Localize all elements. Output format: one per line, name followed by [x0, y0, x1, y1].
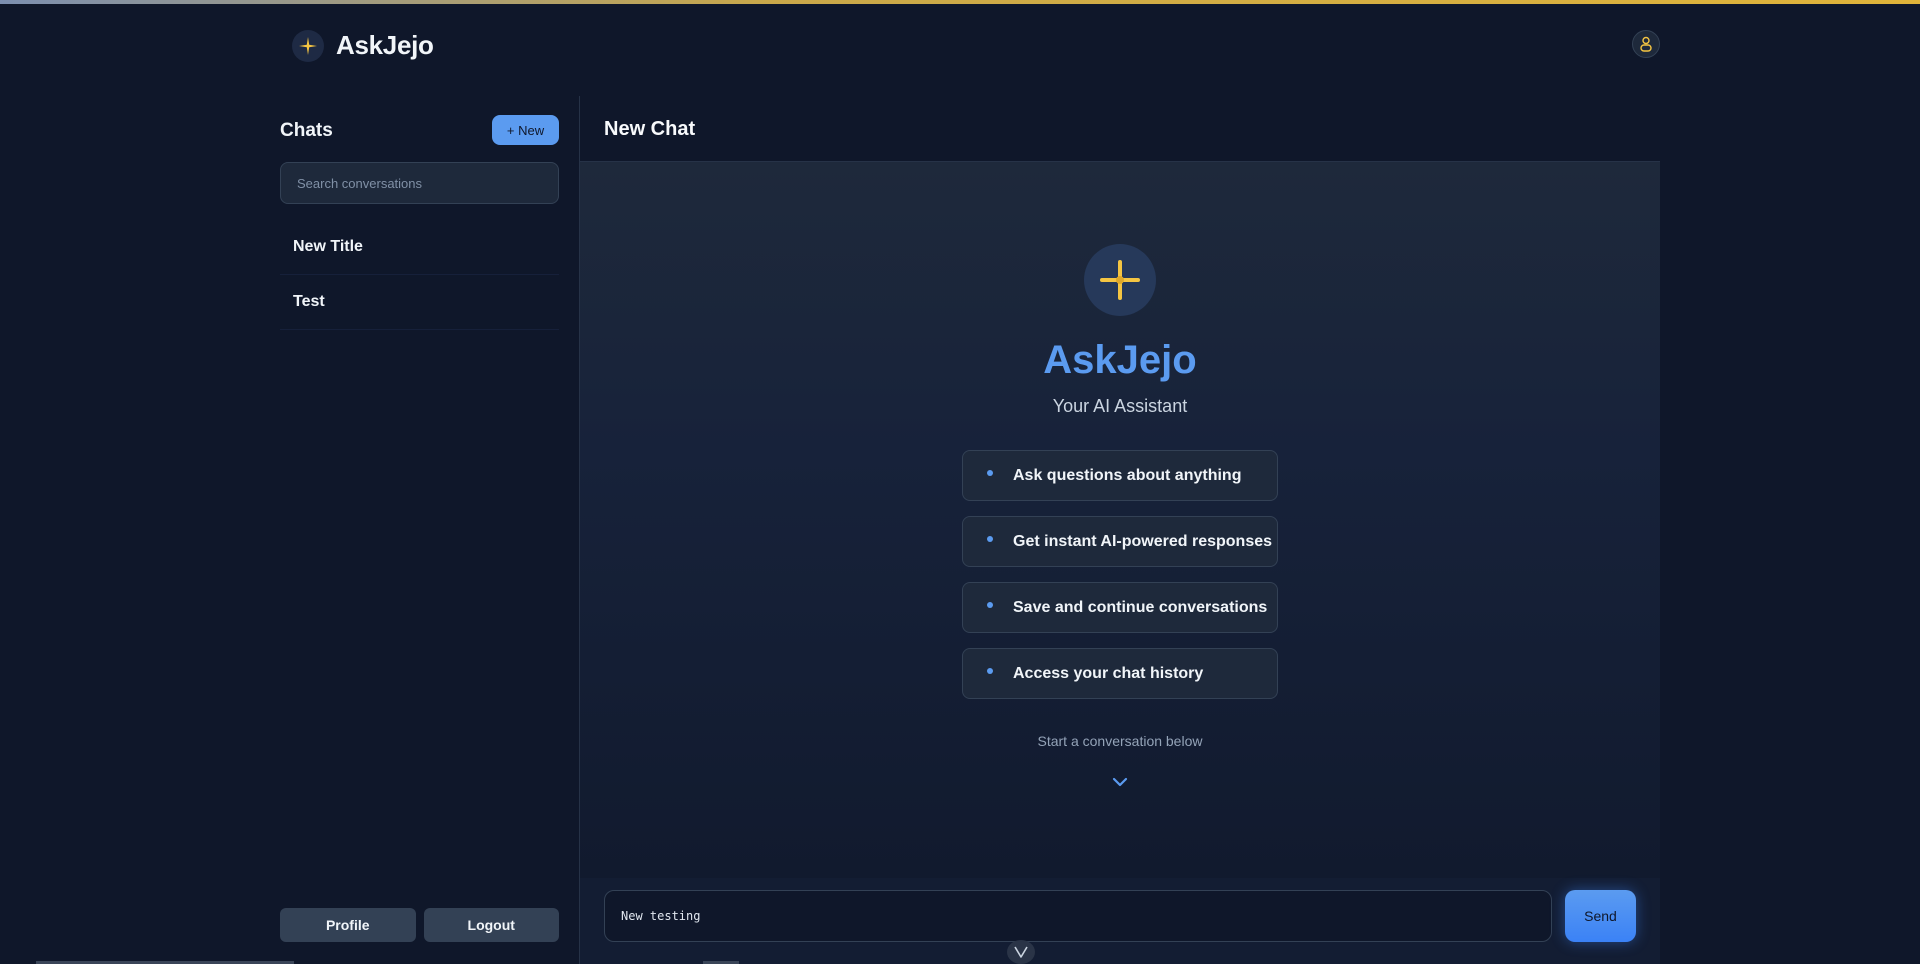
- page-title: New Chat: [604, 118, 696, 140]
- sidebar-title: Chats: [280, 120, 333, 141]
- logout-button[interactable]: Logout: [423, 908, 559, 942]
- hero-logo: [1084, 244, 1156, 316]
- top-accent-bar: [0, 0, 1920, 4]
- sparkle-icon: [1100, 260, 1140, 300]
- feature-item: Access your chat history: [962, 648, 1278, 699]
- hero-title: AskJejo: [1043, 338, 1197, 382]
- app-name[interactable]: AskJejo: [336, 30, 434, 61]
- feature-label: Access your chat history: [1013, 664, 1204, 682]
- feature-label: Save and continue conversations: [1013, 598, 1268, 616]
- send-button[interactable]: Send: [1565, 890, 1636, 942]
- main-panel: New Chat AskJejo Your AI Assistant Ask q…: [580, 96, 1660, 964]
- hero-subtitle: Your AI Assistant: [1052, 396, 1188, 416]
- app-logo[interactable]: [292, 30, 324, 62]
- user-icon: [1640, 36, 1652, 52]
- chat-header: New Chat: [580, 96, 1660, 162]
- start-hint: Start a conversation below: [1037, 733, 1203, 749]
- feature-label: Ask questions about anything: [1013, 466, 1242, 484]
- user-menu-button[interactable]: [1632, 30, 1660, 58]
- bullet-icon: [987, 469, 993, 476]
- sidebar: Chats + New New Title Test Profile Logou…: [280, 96, 580, 964]
- chevron-down-icon: [1112, 777, 1128, 787]
- devtools-badge[interactable]: [1007, 940, 1035, 964]
- feature-list: Ask questions about anything Get instant…: [962, 450, 1278, 714]
- chat-area: AskJejo Your AI Assistant Ask questions …: [580, 162, 1660, 878]
- feature-item: Ask questions about anything: [962, 450, 1278, 501]
- bullet-icon: [987, 535, 993, 542]
- profile-button[interactable]: Profile: [280, 908, 416, 942]
- bullet-icon: [987, 601, 993, 608]
- feature-label: Get instant AI-powered responses: [1013, 532, 1273, 550]
- search-input[interactable]: [280, 162, 559, 204]
- sidebar-footer: Profile Logout: [280, 908, 559, 942]
- app-header: AskJejo: [280, 24, 1660, 64]
- bullet-icon: [987, 667, 993, 674]
- message-input[interactable]: [604, 890, 1552, 942]
- vue-logo-icon: [1014, 946, 1028, 958]
- new-chat-button[interactable]: + New: [492, 115, 559, 145]
- chat-list-item[interactable]: New Title: [280, 220, 559, 275]
- chat-list-item[interactable]: Test: [280, 275, 559, 330]
- chat-list: New Title Test: [280, 220, 559, 330]
- sparkle-icon: [299, 37, 317, 55]
- message-composer: Send: [580, 878, 1660, 964]
- feature-item: Save and continue conversations: [962, 582, 1278, 633]
- feature-item: Get instant AI-powered responses: [962, 516, 1278, 567]
